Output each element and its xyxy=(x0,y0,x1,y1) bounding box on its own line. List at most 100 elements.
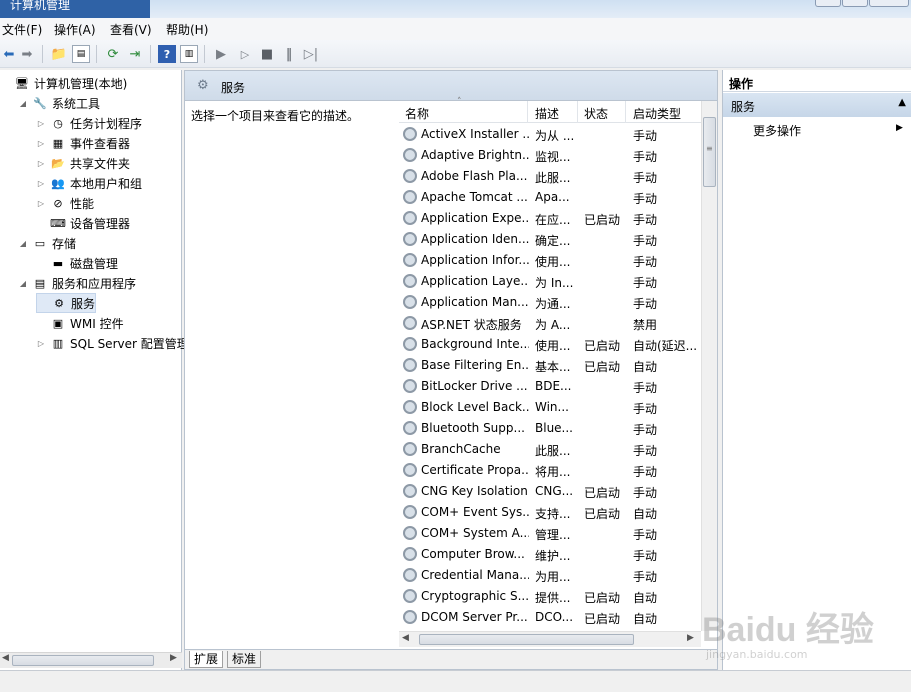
minimize-button[interactable] xyxy=(815,0,841,7)
expand-toggle-icon[interactable]: ▷ xyxy=(36,119,46,128)
baidu-jingyan-watermark: Baidu 经验 jingyan.baidu.com xyxy=(698,592,908,666)
tree-item[interactable]: ▷ ⊘ 性能 xyxy=(36,193,94,213)
tree-item[interactable]: ⌨ 设备管理器 xyxy=(36,213,130,233)
service-row[interactable]: CNG Key Isolation CNG... 已启动 手动 xyxy=(399,481,699,502)
pause-service-icon[interactable]: ‖ xyxy=(280,45,298,63)
service-row[interactable]: Base Filtering En... 基本... 已启动 自动 xyxy=(399,355,699,376)
service-row[interactable]: Block Level Back... Win... 手动 xyxy=(399,397,699,418)
tree-item[interactable]: ▷ 📂 共享文件夹 xyxy=(36,153,130,173)
service-row[interactable]: Bluetooth Supp... Blue... 手动 xyxy=(399,418,699,439)
tab-extended[interactable]: 扩展 xyxy=(189,651,224,668)
service-row[interactable]: COM+ System A... 管理... 手动 xyxy=(399,523,699,544)
expand-toggle-icon[interactable]: ◢ xyxy=(18,99,28,108)
menu-action[interactable]: 操作(A) xyxy=(54,21,96,38)
service-row[interactable]: Certificate Propa... 将用... 手动 xyxy=(399,460,699,481)
horizontal-scroll-thumb[interactable] xyxy=(419,634,634,645)
service-row[interactable]: BitLocker Drive ... BDE... 手动 xyxy=(399,376,699,397)
show-hide-tree-icon[interactable]: ▤ xyxy=(72,45,90,63)
tree-item[interactable]: ◢ ▤ 服务和应用程序 xyxy=(18,273,136,293)
collapse-up-icon[interactable]: ▲ xyxy=(898,97,906,108)
tree-item-label: 任务计划程序 xyxy=(70,116,143,131)
tree-item[interactable]: ◢ ▭ 存储 xyxy=(18,233,76,253)
service-startup-type: 手动 xyxy=(633,213,658,227)
scroll-right-icon[interactable]: ▶ xyxy=(170,653,177,663)
wmi-icon: ▣ xyxy=(52,316,64,330)
service-startup-type: 手动 xyxy=(633,528,658,542)
service-row[interactable]: Application Laye... 为 In... 手动 xyxy=(399,271,699,292)
scroll-left-icon[interactable]: ◀ xyxy=(2,653,9,663)
service-row[interactable]: Computer Brow... 维护... 手动 xyxy=(399,544,699,565)
service-row[interactable]: Apache Tomcat ... Apa... 手动 xyxy=(399,187,699,208)
tree-item[interactable]: ▣ WMI 控件 xyxy=(36,313,124,333)
start-service-alt-icon[interactable]: ▷ xyxy=(236,45,254,63)
up-folder-icon[interactable]: 📁 xyxy=(50,45,68,63)
tree-item[interactable]: ⚙ 服务 xyxy=(36,293,97,313)
vertical-scroll-thumb[interactable]: ≡ xyxy=(703,117,716,187)
scroll-left-icon[interactable]: ◀ xyxy=(402,633,409,643)
tree-item[interactable]: ▷ ▦ 事件查看器 xyxy=(36,133,130,153)
view-tabs: 扩展 标准 xyxy=(185,649,717,669)
service-row[interactable]: ActiveX Installer ... 为从 ... 手动 xyxy=(399,124,699,145)
expand-toggle-icon[interactable]: ▷ xyxy=(36,179,46,188)
column-status[interactable]: 状态 xyxy=(584,105,608,122)
column-name[interactable]: 名称 xyxy=(405,105,429,122)
service-row[interactable]: DCOM Server Pr... DCO... 已启动 自动 xyxy=(399,607,699,628)
service-row[interactable]: Adaptive Brightn... 监视... 手动 xyxy=(399,145,699,166)
show-action-pane-icon[interactable]: ▥ xyxy=(180,45,198,63)
expand-toggle-icon[interactable]: ▷ xyxy=(36,199,46,208)
column-divider[interactable] xyxy=(527,101,528,123)
services-apps-icon: ▤ xyxy=(34,276,46,290)
services-horizontal-scrollbar[interactable]: ◀ ▶ xyxy=(399,631,701,647)
column-startup-type[interactable]: 启动类型 xyxy=(633,105,681,122)
service-row[interactable]: Application Infor... 使用... 手动 xyxy=(399,250,699,271)
expand-toggle-icon[interactable]: ◢ xyxy=(18,279,28,288)
column-divider[interactable] xyxy=(577,101,578,123)
service-row[interactable]: Adobe Flash Pla... 此服... 手动 xyxy=(399,166,699,187)
refresh-icon[interactable]: ⟳ xyxy=(104,45,122,63)
column-divider[interactable] xyxy=(625,101,626,123)
service-row[interactable]: Application Iden... 确定... 手动 xyxy=(399,229,699,250)
menu-help[interactable]: 帮助(H) xyxy=(166,21,208,38)
expand-toggle-icon[interactable]: ▷ xyxy=(36,139,46,148)
tree-horizontal-scrollbar[interactable]: ◀ ▶ xyxy=(0,652,182,668)
actions-section-services[interactable]: 服务 ▲ xyxy=(723,93,911,117)
restart-service-icon[interactable]: ▷| xyxy=(302,45,320,63)
stop-service-icon[interactable]: ■ xyxy=(258,45,276,63)
service-row[interactable]: BranchCache 此服... 手动 xyxy=(399,439,699,460)
tab-standard[interactable]: 标准 xyxy=(227,651,262,668)
forward-arrow-icon[interactable]: ➡ xyxy=(18,45,36,63)
more-actions-item[interactable]: 更多操作 xyxy=(753,122,801,139)
back-arrow-icon[interactable]: ⬅ xyxy=(0,45,18,63)
expand-toggle-icon[interactable]: ▷ xyxy=(36,339,46,348)
expand-toggle-icon[interactable]: ▷ xyxy=(36,159,46,168)
service-row[interactable]: Application Man... 为通... 手动 xyxy=(399,292,699,313)
tree-item[interactable]: ▷ 👥 本地用户和组 xyxy=(36,173,142,193)
close-button[interactable] xyxy=(869,0,909,7)
tree-item[interactable]: 🖥 计算机管理(本地) xyxy=(0,73,127,93)
service-row[interactable]: Credential Mana... 为用... 手动 xyxy=(399,565,699,586)
maximize-button[interactable] xyxy=(842,0,868,7)
service-row[interactable]: Background Inte... 使用... 已启动 自动(延迟... xyxy=(399,334,699,355)
column-description[interactable]: 描述 xyxy=(535,105,559,122)
start-service-icon[interactable]: ▶ xyxy=(212,45,230,63)
service-row[interactable]: COM+ Event Sys... 支持... 已启动 自动 xyxy=(399,502,699,523)
service-row[interactable]: Cryptographic S... 提供... 已启动 自动 xyxy=(399,586,699,607)
help-icon[interactable]: ? xyxy=(158,45,176,63)
service-row[interactable]: ASP.NET 状态服务为 A... 禁用 xyxy=(399,313,699,334)
menu-view[interactable]: 查看(V) xyxy=(110,21,152,38)
service-description: Win... xyxy=(535,400,569,414)
tree-scroll-thumb[interactable] xyxy=(12,655,154,666)
service-description: 提供... xyxy=(535,591,571,605)
services-vertical-scrollbar[interactable]: ≡ xyxy=(701,101,717,631)
export-list-icon[interactable]: ⇥ xyxy=(126,45,144,63)
service-row[interactable]: Application Expe... 在应... 已启动 手动 xyxy=(399,208,699,229)
tree-item[interactable]: ▷ ▥ SQL Server 配置管理器 xyxy=(36,333,201,353)
menu-file[interactable]: 文件(F) xyxy=(2,21,42,38)
tree-item[interactable]: ▷ ◷ 任务计划程序 xyxy=(36,113,142,133)
submenu-arrow-icon[interactable]: ▶ xyxy=(896,123,903,133)
service-startup-type: 手动 xyxy=(633,570,658,584)
tree-item[interactable]: ▬ 磁盘管理 xyxy=(36,253,118,273)
expand-toggle-icon[interactable]: ◢ xyxy=(18,239,28,248)
scroll-right-icon[interactable]: ▶ xyxy=(687,633,694,643)
tree-item[interactable]: ◢ 🔧 系统工具 xyxy=(18,93,100,113)
